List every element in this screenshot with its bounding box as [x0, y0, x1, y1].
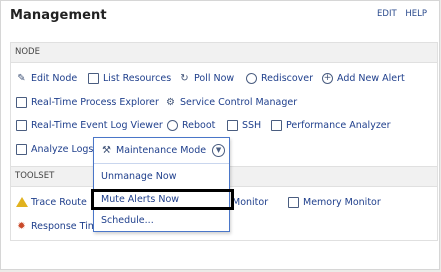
edit-node-label: Edit Node: [31, 73, 78, 84]
memory-monitor-label: Memory Monitor: [303, 197, 381, 208]
realtime-event-log-viewer-label: Real-Time Event Log Viewer: [31, 120, 163, 131]
pencil-icon: ✎: [17, 73, 26, 84]
realtime-process-explorer-link[interactable]: Real-Time Process Explorer: [16, 97, 159, 108]
rediscover-link[interactable]: Rediscover: [246, 73, 313, 84]
realtime-process-explorer-label: Real-Time Process Explorer: [31, 97, 159, 108]
rediscover-label: Rediscover: [261, 73, 314, 84]
performance-analyzer-label: Performance Analyzer: [286, 120, 391, 131]
service-control-manager-link[interactable]: ⚙ Service Control Manager: [165, 97, 297, 108]
reboot-label: Reboot: [182, 120, 216, 131]
node-section-header: NODE: [11, 43, 437, 63]
add-circle-icon: +: [322, 73, 333, 84]
analyze-logs-label: Analyze Logs: [31, 144, 94, 155]
panel-title: Management: [10, 8, 107, 23]
maintenance-icon: ⚒: [102, 145, 111, 156]
add-new-alert-link[interactable]: + Add New Alert: [322, 73, 405, 84]
response-time-label: Response Tim: [31, 221, 98, 232]
list-resources-link[interactable]: List Resources: [88, 73, 171, 84]
selection-highlight-box: [91, 189, 234, 210]
document-list-icon: [88, 73, 99, 84]
edit-node-link[interactable]: ✎ Edit Node: [16, 73, 77, 84]
monitor-label: Monitor: [232, 197, 269, 208]
reboot-link[interactable]: Reboot: [167, 120, 215, 131]
schedule-option[interactable]: Schedule...: [101, 215, 154, 226]
maintenance-mode-label: Maintenance Mode: [116, 145, 207, 156]
chevron-down-icon: ▼: [212, 144, 226, 157]
response-time-link[interactable]: ✹ Response Tim: [16, 221, 97, 232]
unmanage-now-option[interactable]: Unmanage Now: [101, 171, 176, 182]
edit-link[interactable]: EDIT: [377, 9, 397, 19]
add-new-alert-label: Add New Alert: [337, 73, 405, 84]
power-icon: [167, 120, 178, 131]
ssh-label: SSH: [242, 120, 262, 131]
poll-now-link[interactable]: ↻ Poll Now: [179, 73, 234, 84]
header-links: EDIT HELP: [371, 9, 427, 19]
performance-analyzer-icon: [271, 120, 282, 131]
service-control-manager-label: Service Control Manager: [180, 97, 298, 108]
refresh-icon: ↻: [180, 73, 189, 84]
ssh-link[interactable]: SSH: [227, 120, 261, 131]
realtime-event-log-viewer-link[interactable]: Real-Time Event Log Viewer: [16, 120, 163, 131]
event-log-icon: [16, 120, 27, 131]
process-explorer-icon: [16, 97, 27, 108]
log-search-icon: [16, 144, 27, 155]
performance-analyzer-link[interactable]: Performance Analyzer: [271, 120, 391, 131]
monitor-link[interactable]: Monitor: [232, 197, 268, 208]
memory-monitor-link[interactable]: Memory Monitor: [288, 197, 381, 208]
response-time-icon: ✹: [17, 221, 26, 232]
analyze-logs-link[interactable]: Analyze Logs: [16, 144, 93, 155]
trace-route-label: Trace Route: [31, 197, 87, 208]
maintenance-mode-button[interactable]: ⚒ Maintenance Mode ▼: [94, 138, 229, 164]
list-resources-label: List Resources: [103, 73, 172, 84]
trace-route-link[interactable]: Trace Route: [16, 197, 87, 208]
gear-icon: ⚙: [166, 97, 175, 108]
maintenance-mode-dropdown: ⚒ Maintenance Mode ▼ Unmanage Now Mute A…: [93, 137, 230, 232]
trace-route-icon: [16, 197, 28, 208]
help-link[interactable]: HELP: [405, 9, 427, 19]
terminal-icon: [227, 120, 238, 131]
rediscover-icon: [246, 73, 257, 84]
memory-icon: [288, 197, 299, 208]
poll-now-label: Poll Now: [194, 73, 235, 84]
